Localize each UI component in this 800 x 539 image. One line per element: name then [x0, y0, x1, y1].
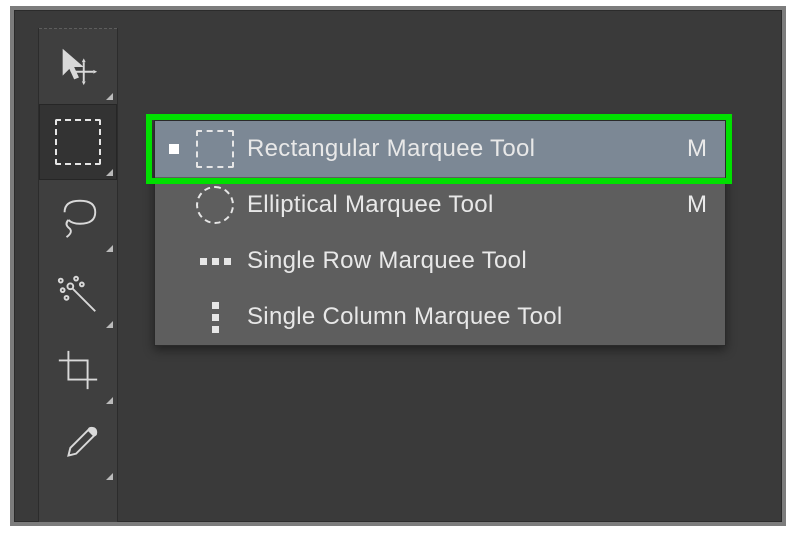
menu-item-single-column-marquee[interactable]: Single Column Marquee Tool — [155, 289, 725, 345]
menu-item-shortcut: M — [687, 137, 707, 161]
lasso-tool[interactable] — [39, 180, 117, 256]
marquee-flyout-menu: Rectangular Marquee Tool M Elliptical Ma… — [154, 120, 726, 346]
menu-item-label: Single Row Marquee Tool — [247, 249, 687, 273]
menu-item-label: Rectangular Marquee Tool — [247, 137, 667, 161]
menu-item-label: Single Column Marquee Tool — [247, 305, 687, 329]
tools-panel — [38, 28, 118, 522]
eyedropper-tool[interactable] — [39, 408, 117, 484]
menu-item-rectangular-marquee[interactable]: Rectangular Marquee Tool M — [155, 121, 725, 177]
single-row-marquee-icon — [195, 258, 235, 265]
menu-item-single-row-marquee[interactable]: Single Row Marquee Tool — [155, 233, 725, 289]
rectangular-marquee-icon — [195, 130, 235, 168]
single-col-marquee-icon — [195, 299, 235, 335]
screenshot-frame: Rectangular Marquee Tool M Elliptical Ma… — [10, 6, 786, 526]
eyedropper-tool-icon — [55, 423, 101, 469]
flyout-indicator — [106, 321, 113, 328]
move-tool-icon — [55, 43, 101, 89]
flyout-indicator — [106, 245, 113, 252]
menu-item-elliptical-marquee[interactable]: Elliptical Marquee Tool M — [155, 177, 725, 233]
active-tool-indicator — [169, 144, 179, 154]
flyout-indicator — [106, 397, 113, 404]
elliptical-marquee-icon — [195, 186, 235, 224]
lasso-tool-icon — [55, 195, 101, 241]
crop-tool-icon — [55, 347, 101, 393]
menu-item-label: Elliptical Marquee Tool — [247, 193, 667, 217]
magic-wand-icon — [55, 271, 101, 317]
crop-tool[interactable] — [39, 332, 117, 408]
menu-item-shortcut: M — [687, 193, 707, 217]
move-tool[interactable] — [39, 28, 117, 104]
rectangular-marquee-tool[interactable] — [39, 104, 117, 180]
flyout-indicator — [106, 169, 113, 176]
magic-wand-tool[interactable] — [39, 256, 117, 332]
flyout-indicator — [106, 93, 113, 100]
flyout-indicator — [106, 473, 113, 480]
rectangular-marquee-icon — [55, 119, 101, 165]
